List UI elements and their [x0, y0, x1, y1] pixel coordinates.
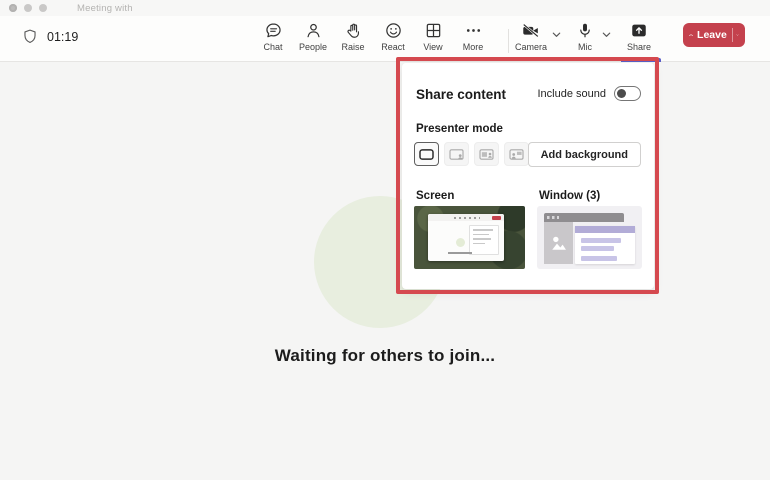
camera-button[interactable]: Camera	[512, 21, 550, 52]
leave-chevron-down-icon[interactable]	[736, 30, 739, 40]
ellipsis-icon	[464, 21, 483, 40]
more-label: More	[463, 42, 484, 52]
raised-hand-icon	[344, 21, 363, 40]
panel-title: Share content	[416, 87, 506, 102]
window-titlebar: Meeting with	[0, 0, 770, 16]
share-label: Share	[627, 42, 651, 52]
presenter-mode-label: Presenter mode	[416, 123, 503, 135]
window-thumb-text-line	[581, 256, 617, 261]
chat-bubble-icon	[264, 21, 283, 40]
standout-icon	[448, 148, 465, 161]
more-button[interactable]: More	[453, 21, 493, 52]
window-thumb-text-line	[581, 246, 614, 251]
screen-thumb-toolbar-icons	[454, 217, 480, 219]
screen-thumb-leave-button	[492, 216, 501, 220]
window-section-label: Window (3)	[539, 190, 600, 202]
camera-off-icon	[521, 21, 541, 40]
window-share-thumbnail[interactable]	[537, 206, 642, 269]
mic-chevron-down-icon[interactable]	[601, 29, 612, 40]
timer-value: 01:19	[47, 30, 78, 44]
reporter-icon	[508, 148, 525, 161]
mic-label: Mic	[578, 42, 592, 52]
grid-icon	[424, 21, 443, 40]
window-thumb-text-line	[581, 238, 621, 243]
include-sound-label: Include sound	[538, 88, 607, 100]
window-thumb-header-bar	[575, 226, 635, 233]
mic-button[interactable]: Mic	[570, 21, 600, 52]
presenter-mode-options	[414, 142, 529, 166]
hang-up-icon	[689, 29, 693, 41]
waiting-message: Waiting for others to join...	[0, 346, 770, 366]
share-button[interactable]: Share	[620, 21, 658, 52]
toolbar-divider	[508, 29, 509, 53]
screen-thumb-window	[428, 214, 504, 261]
screen-thumb-panel	[469, 225, 499, 255]
content-only-icon	[418, 148, 435, 161]
screen-section-label: Screen	[416, 190, 454, 202]
raise-hand-button[interactable]: Raise	[333, 21, 373, 52]
window-thumb-image-box	[544, 222, 573, 264]
camera-label: Camera	[515, 42, 547, 52]
view-label: View	[423, 42, 442, 52]
view-button[interactable]: View	[413, 21, 453, 52]
react-button[interactable]: React	[373, 21, 413, 52]
share-screen-icon	[630, 21, 648, 40]
window-thumb-titlebar	[544, 213, 624, 222]
leave-label: Leave	[697, 29, 727, 41]
close-button[interactable]	[9, 4, 17, 12]
meeting-toolbar: 01:19 Chat People Raise	[0, 16, 770, 62]
presenter-mode-reporter[interactable]	[504, 142, 529, 166]
shield-icon	[22, 28, 38, 45]
chat-label: Chat	[263, 42, 282, 52]
side-by-side-icon	[478, 148, 495, 161]
microphone-icon	[576, 21, 594, 40]
meeting-stage: Waiting for others to join... Share cont…	[0, 63, 770, 480]
presenter-mode-side-by-side[interactable]	[474, 142, 499, 166]
raise-label: Raise	[341, 42, 364, 52]
window-title: Meeting with	[77, 3, 133, 14]
add-background-button[interactable]: Add background	[528, 142, 641, 167]
smiley-icon	[384, 21, 403, 40]
chat-button[interactable]: Chat	[253, 21, 293, 52]
presenter-mode-content-only[interactable]	[414, 142, 439, 166]
include-sound-toggle[interactable]	[614, 86, 641, 101]
window-thumb-titlebar-dots	[547, 216, 559, 219]
device-group: Camera Mic Share	[512, 21, 658, 52]
share-active-indicator	[621, 58, 661, 62]
people-button[interactable]: People	[293, 21, 333, 52]
maximize-button[interactable]	[39, 4, 47, 12]
camera-chevron-down-icon[interactable]	[551, 29, 562, 40]
screen-thumb-text	[448, 252, 472, 254]
share-content-panel: Share content Include sound Presenter mo…	[402, 63, 654, 289]
people-label: People	[299, 42, 327, 52]
screen-thumb-circle	[456, 238, 465, 247]
presenter-mode-standout[interactable]	[444, 142, 469, 166]
window-thumb-content-card	[575, 226, 635, 264]
person-icon	[304, 21, 323, 40]
minimize-button[interactable]	[24, 4, 32, 12]
meeting-timer: 01:19	[22, 28, 78, 45]
traffic-lights	[9, 4, 47, 12]
screen-share-thumbnail[interactable]	[414, 206, 525, 269]
react-label: React	[381, 42, 405, 52]
leave-button[interactable]: Leave	[683, 23, 745, 47]
toggle-knob	[617, 89, 626, 98]
include-sound-row: Include sound	[538, 86, 642, 101]
toolbar-center-group: Chat People Raise React	[253, 21, 493, 52]
image-placeholder-icon	[550, 234, 568, 252]
